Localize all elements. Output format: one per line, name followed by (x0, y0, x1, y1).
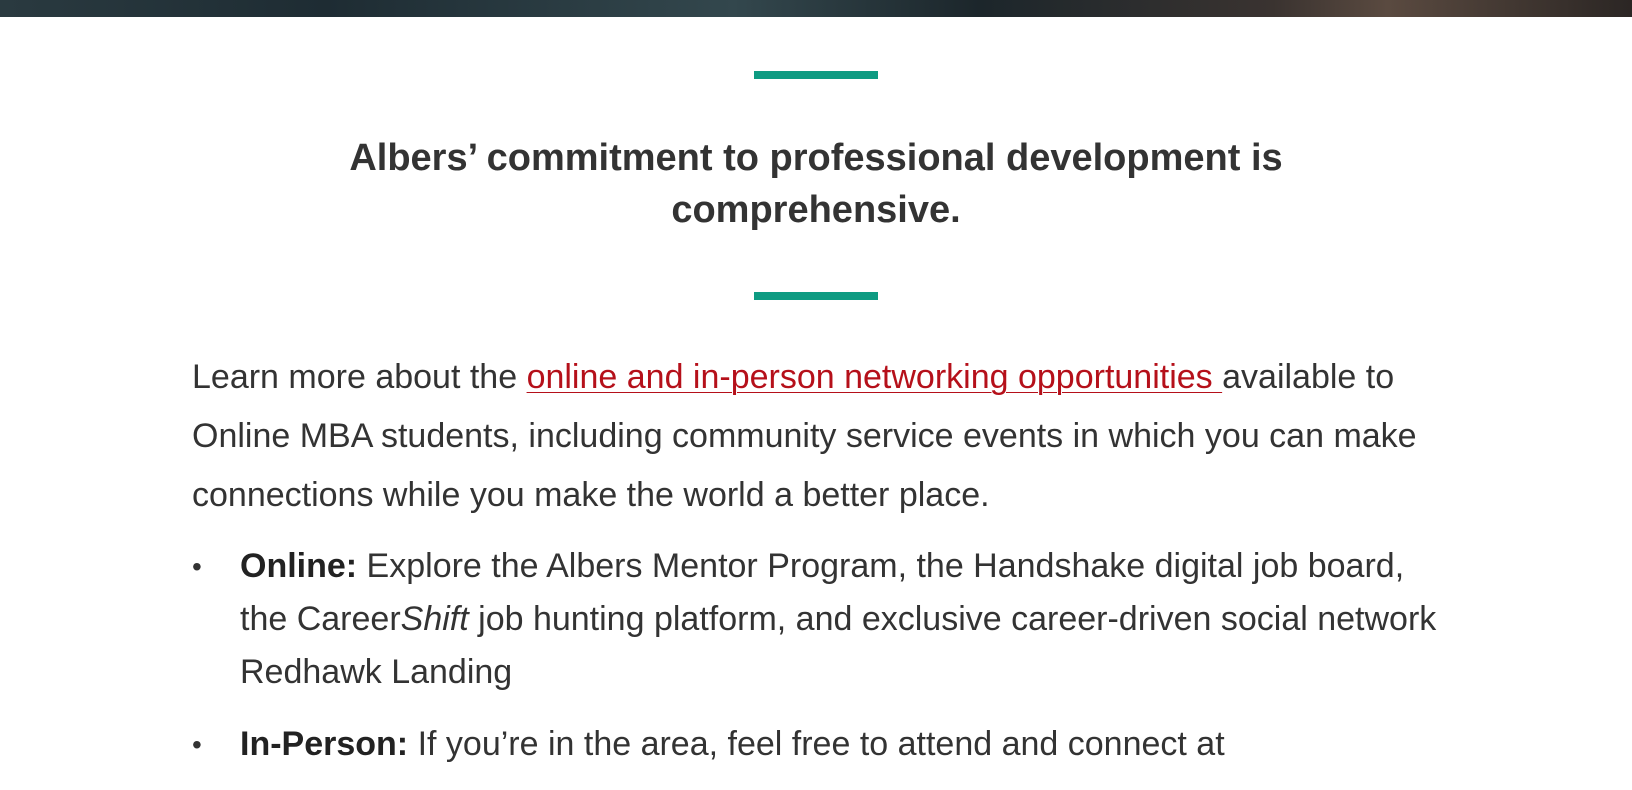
hero-image-strip (0, 0, 1632, 17)
section-heading: Albers’ commitment to professional devel… (349, 137, 1283, 231)
bullet-text-in-person: If you’re in the area, feel free to atte… (408, 725, 1225, 763)
bullet-icon: • (192, 729, 202, 760)
bullet-icon: • (192, 551, 202, 582)
list-item-online: • Online: Explore the Albers Mentor Progr… (192, 540, 1442, 699)
intro-prefix: Learn more about the (192, 358, 527, 396)
networking-bullet-list: • Online: Explore the Albers Mentor Progr… (192, 540, 1442, 790)
accent-rule-bottom (754, 292, 878, 300)
networking-opportunities-link[interactable]: online and in-person networking opportun… (527, 358, 1223, 396)
list-item-in-person: • In-Person: If you’re in the area, feel … (192, 718, 1442, 771)
intro-paragraph: Learn more about the online and in-perso… (192, 348, 1442, 525)
bullet-label-online: Online: (240, 547, 358, 585)
accent-rule-top (754, 71, 878, 79)
bullet-label-in-person: In-Person: (240, 725, 409, 763)
bullet-text-online-emphasis: Shift (400, 600, 469, 638)
